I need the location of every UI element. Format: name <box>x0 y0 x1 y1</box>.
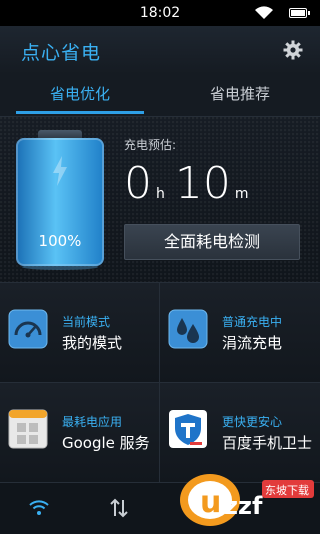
gear-icon[interactable] <box>283 40 303 60</box>
status-bar: 18:02 <box>0 0 320 26</box>
top-consumer-cell[interactable]: 最耗电应用 Google 服务 <box>0 382 160 482</box>
top-consumer-value: Google 服务 <box>62 434 150 452</box>
security-label: 更快更安心 <box>222 415 283 429</box>
estimate-minutes: 10 <box>174 158 231 209</box>
current-mode-cell[interactable]: 当前模式 我的模式 <box>0 282 160 382</box>
shield-icon <box>169 410 207 448</box>
wifi-icon <box>255 6 273 20</box>
charging-status-value: 涓流充电 <box>222 334 283 352</box>
charge-estimate-label: 充电预估: <box>124 138 177 152</box>
top-consumer-label: 最耗电应用 <box>62 415 123 429</box>
google-services-icon <box>8 409 48 449</box>
security-value: 百度手机卫士 <box>222 434 313 452</box>
speedometer-icon <box>8 309 48 349</box>
tab-recommend[interactable]: 省电推荐 <box>160 83 320 104</box>
site-watermark: u zzf 东坡下载 <box>180 474 314 526</box>
current-mode-value: 我的模式 <box>62 334 123 352</box>
data-sync-icon[interactable] <box>110 498 128 518</box>
full-power-check-button[interactable]: 全面耗电检测 <box>124 224 300 260</box>
tab-indicator <box>16 111 144 114</box>
lightning-bolt-icon <box>53 156 67 186</box>
battery-status-icon <box>289 8 310 18</box>
estimate-hours: 0 <box>124 158 152 209</box>
current-mode-label: 当前模式 <box>62 315 111 329</box>
svg-text:东坡下载: 东坡下载 <box>265 484 309 497</box>
svg-text:zzf: zzf <box>224 492 263 520</box>
hours-unit: h <box>156 186 165 202</box>
svg-text:u: u <box>200 485 221 520</box>
battery-glow <box>22 264 98 270</box>
charging-status-cell[interactable]: 普通充电中 涓流充电 <box>160 282 320 382</box>
app-title: 点心省电 <box>21 42 102 64</box>
charging-status-label: 普通充电中 <box>222 315 283 329</box>
battery-percent: 100% <box>38 232 82 250</box>
wifi-toggle-icon[interactable] <box>28 498 50 516</box>
charge-estimate-time: 0 h 10 m <box>124 158 314 214</box>
app-header: 点心省电 <box>0 26 320 74</box>
tab-optimize[interactable]: 省电优化 <box>0 83 160 104</box>
water-drops-icon <box>168 309 208 349</box>
battery-graphic: 100% <box>16 130 104 270</box>
minutes-unit: m <box>234 186 249 202</box>
